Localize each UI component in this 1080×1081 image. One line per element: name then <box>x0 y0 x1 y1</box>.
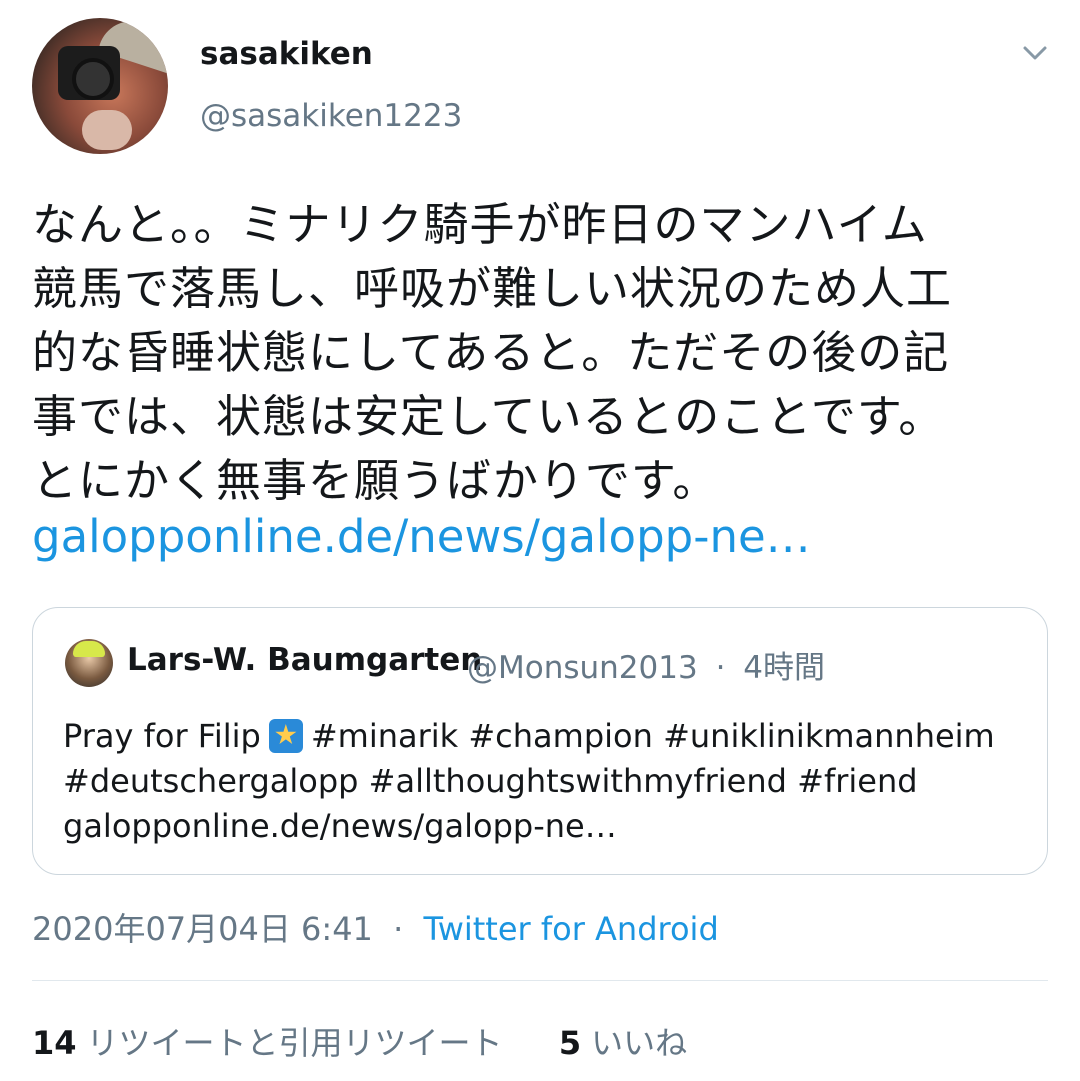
tweet-link[interactable]: galopponline.de/news/galopp-ne… <box>32 510 811 563</box>
tweet-text-line: 競馬で落馬し、呼吸が難しい状況のため人工 <box>32 262 953 315</box>
avatar-helmet-shape <box>73 641 105 657</box>
shooting-star-emoji-icon <box>268 719 303 753</box>
quoted-hashtags: #minarik #champion #uniklinikmannheim <box>310 717 995 755</box>
author-handle[interactable]: @sasakiken1223 <box>200 98 462 134</box>
tweet-source-link[interactable]: Twitter for Android <box>423 910 718 948</box>
avatar-lens-shape <box>72 58 114 100</box>
retweets-stat[interactable]: 14 リツイートと引用リツイート <box>32 1024 513 1062</box>
likes-count: 5 <box>558 1024 582 1062</box>
author-display-name[interactable]: sasakiken <box>200 36 373 72</box>
chevron-down-icon[interactable] <box>1020 38 1050 68</box>
quoted-handle: @Monsun2013 <box>467 650 698 686</box>
quoted-tweet[interactable]: Lars-W. Baumgarten @Monsun2013 · 4時間 Pra… <box>32 607 1048 875</box>
tweet-timestamp-row: 2020年07月04日 6:41 · Twitter for Android <box>32 904 719 950</box>
author-avatar[interactable] <box>32 18 168 154</box>
tweet-text-line: とにかく無事を願うばかりです。 <box>32 454 719 507</box>
quoted-display-name: Lars-W. Baumgarten <box>127 642 483 678</box>
quoted-body-link: galopponline.de/news/galopp-ne… <box>63 807 617 845</box>
quoted-separator: · <box>715 650 726 686</box>
quoted-time: 4時間 <box>743 650 826 686</box>
tweet-text: なんと。。ミナリク騎手が昨日のマンハイム 競馬で落馬し、呼吸が難しい状況のため人… <box>32 193 1052 513</box>
likes-label: いいね <box>591 1024 688 1062</box>
likes-stat[interactable]: 5 いいね <box>559 1024 687 1062</box>
quoted-body-line: #deutschergalopp #allthoughtswithmyfrien… <box>63 762 918 800</box>
quoted-meta: @Monsun2013 · 4時間 <box>467 642 825 687</box>
retweets-label: リツイートと引用リツイート <box>86 1024 503 1062</box>
retweets-count: 14 <box>32 1024 77 1062</box>
quoted-body-text: Pray for Filip <box>63 717 261 755</box>
quoted-body-line: Pray for Filip #minarik #champion #unikli… <box>63 714 995 759</box>
avatar-arm-shape <box>82 110 132 150</box>
quoted-author-avatar <box>65 639 113 687</box>
tweet-stats: 14 リツイートと引用リツイート 5 いいね <box>32 1018 687 1064</box>
quoted-body: Pray for Filip #minarik #champion #unikli… <box>63 714 995 849</box>
divider <box>32 980 1048 981</box>
tweet-text-line: 的な昏睡状態にしてあると。ただその後の記 <box>32 326 950 379</box>
tweet-timestamp[interactable]: 2020年07月04日 6:41 <box>32 910 373 948</box>
timestamp-separator: · <box>393 910 404 948</box>
tweet-text-line: なんと。。ミナリク騎手が昨日のマンハイム <box>32 198 928 251</box>
tweet-text-line: 事では、状態は安定しているとのことです。 <box>32 390 945 443</box>
